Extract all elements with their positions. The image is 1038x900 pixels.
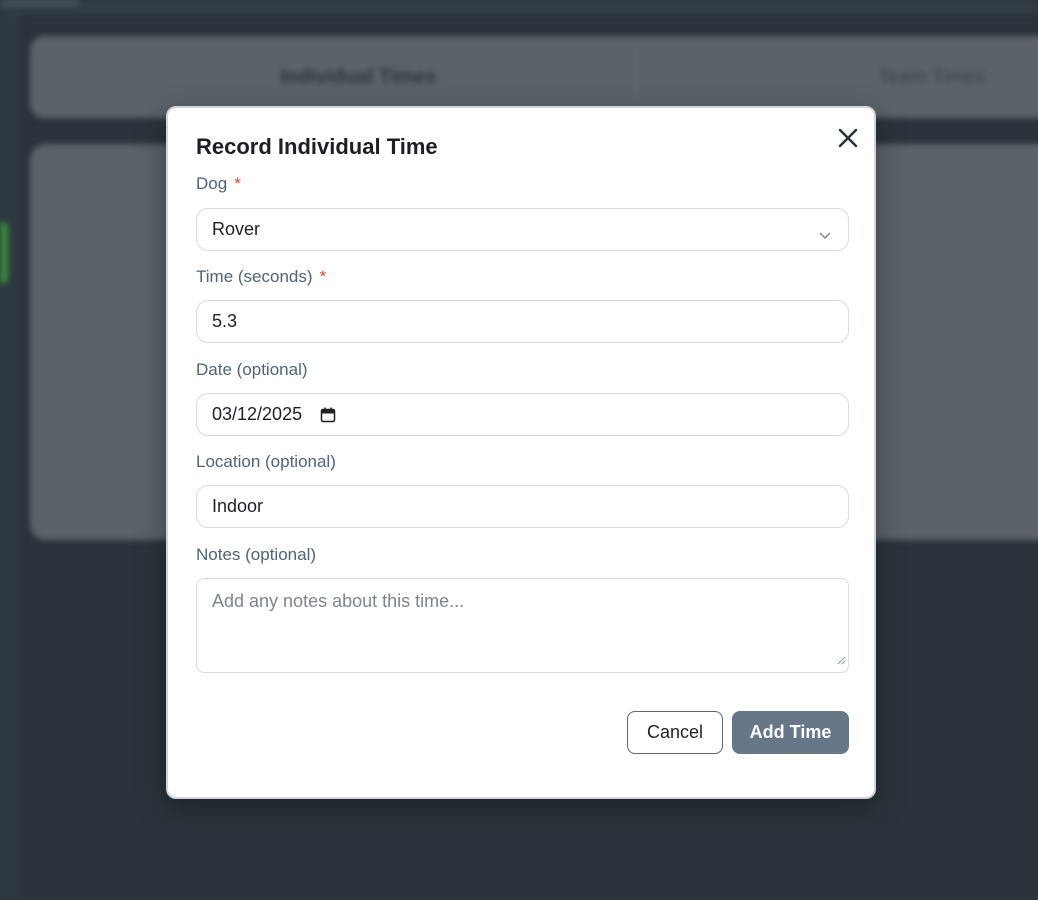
- dog-select[interactable]: Rover: [196, 208, 849, 251]
- background-tab-individual: Individual Times: [280, 66, 437, 88]
- dialog-title: Record Individual Time: [196, 134, 438, 159]
- dog-select-value: Rover: [212, 219, 261, 239]
- date-input[interactable]: 03/12/2025: [196, 393, 849, 436]
- time-required-mark: *: [319, 267, 327, 286]
- dog-required-mark: *: [234, 174, 241, 193]
- cancel-button[interactable]: Cancel: [627, 711, 723, 754]
- time-label-text: Time (seconds): [196, 267, 313, 286]
- location-input[interactable]: Indoor: [196, 485, 849, 528]
- add-time-button[interactable]: Add Time: [732, 711, 849, 754]
- location-input-value: Indoor: [212, 496, 264, 516]
- time-input-value: 5.3: [212, 311, 238, 331]
- background-topbar: [0, 0, 1038, 14]
- date-label-text: Date (optional): [196, 360, 308, 379]
- background-sidebar: [0, 14, 22, 900]
- dog-label-text: Dog: [196, 174, 228, 193]
- time-label: Time (seconds) *: [196, 267, 326, 287]
- background-tab-team: Team Times: [878, 66, 986, 88]
- background-active-marker: [0, 222, 8, 284]
- notes-label: Notes (optional): [196, 545, 316, 565]
- dog-label: Dog *: [196, 174, 241, 194]
- date-label: Date (optional): [196, 360, 308, 380]
- resize-handle-icon[interactable]: [836, 649, 846, 670]
- close-icon: [838, 128, 858, 148]
- notes-textarea[interactable]: Add any notes about this time...: [196, 578, 849, 673]
- time-input[interactable]: 5.3: [196, 300, 849, 343]
- chevron-down-icon: [818, 224, 832, 245]
- notes-label-text: Notes (optional): [196, 545, 317, 564]
- background-tab-indicator: [0, 0, 78, 6]
- background-tab-divider: [635, 46, 636, 106]
- calendar-icon[interactable]: [320, 407, 336, 423]
- record-time-dialog: Record Individual Time Dog * Rover Time (…: [166, 106, 876, 799]
- date-input-value: 03/12/2025: [212, 404, 303, 424]
- location-label: Location (optional): [196, 452, 336, 472]
- location-label-text: Location (optional): [196, 452, 336, 471]
- close-button[interactable]: [834, 124, 862, 152]
- notes-placeholder: Add any notes about this time...: [212, 591, 465, 611]
